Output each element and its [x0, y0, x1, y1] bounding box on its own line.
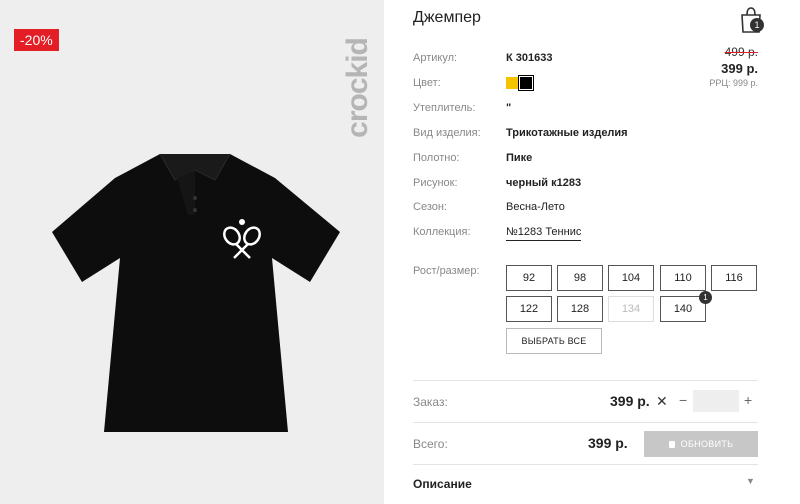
size-button-98[interactable]: 98: [557, 265, 603, 291]
current-price: 399 р.: [721, 61, 758, 76]
attr-label-fabric: Полотно:: [413, 152, 460, 164]
size-button-128[interactable]: 128: [557, 296, 603, 322]
product-title: Джемпер: [413, 9, 481, 26]
brand-logo-text: crockid: [341, 38, 374, 138]
quantity-input[interactable]: [693, 390, 739, 412]
attr-value-insulation: ": [506, 102, 512, 114]
attr-value-season: Весна-Лето: [506, 201, 565, 213]
divider: [413, 380, 758, 381]
attr-label-collection: Коллекция:: [413, 226, 471, 238]
size-button-134: 134: [608, 296, 654, 322]
total-price: 399 р.: [588, 435, 628, 451]
size-label: Рост/размер:: [413, 265, 480, 277]
update-button-label: ОБНОВИТЬ: [680, 439, 734, 449]
increment-button[interactable]: +: [744, 392, 752, 408]
collection-link-wrapper: №1283 Теннис: [506, 226, 582, 241]
size-button-92[interactable]: 92: [506, 265, 552, 291]
update-button[interactable]: ОБНОВИТЬ: [644, 431, 758, 457]
lock-icon: [668, 441, 675, 449]
order-label: Заказ:: [413, 395, 448, 409]
discount-badge: -20%: [14, 29, 59, 51]
attr-value-article: К 301633: [506, 52, 553, 64]
product-photo[interactable]: [40, 140, 350, 440]
recommended-retail-price: РРЦ: 999 р.: [709, 78, 758, 88]
attr-value-type: Трикотажные изделия: [506, 127, 628, 139]
collection-link[interactable]: №1283 Теннис: [506, 226, 582, 241]
total-label: Всего:: [413, 437, 448, 451]
order-price: 399 р.: [610, 393, 650, 409]
brand-logo: crockid: [340, 18, 376, 158]
cart-count-badge: 1: [750, 18, 764, 32]
decrement-button[interactable]: −: [679, 392, 687, 408]
old-price: 499 р.: [724, 45, 758, 59]
select-all-button[interactable]: ВЫБРАТЬ ВСЕ: [506, 328, 602, 354]
size-button-116[interactable]: 116: [711, 265, 757, 291]
attr-label-season: Сезон:: [413, 201, 447, 213]
attr-label-color: Цвет:: [413, 77, 441, 89]
size-selected-count-badge: 1: [699, 291, 712, 304]
divider: [413, 422, 758, 423]
size-button-110[interactable]: 110: [660, 265, 706, 291]
attr-label-type: Вид изделия:: [413, 127, 481, 139]
description-toggle[interactable]: Описание: [413, 477, 472, 491]
color-swatch-yellow[interactable]: [506, 77, 518, 89]
divider: [413, 464, 758, 465]
attr-value-fabric: Пике: [506, 152, 533, 164]
attr-label-pattern: Рисунок:: [413, 177, 458, 189]
attr-value-pattern: черный к1283: [506, 177, 582, 189]
remove-icon[interactable]: ✕: [656, 393, 668, 410]
attr-label-insulation: Утеплитель:: [413, 102, 476, 114]
size-button-104[interactable]: 104: [608, 265, 654, 291]
product-image-panel: -20% crockid: [0, 0, 384, 504]
color-swatch-black[interactable]: [518, 75, 534, 91]
attr-label-article: Артикул:: [413, 52, 458, 64]
chevron-down-icon[interactable]: ▼: [746, 476, 755, 486]
size-button-122[interactable]: 122: [506, 296, 552, 322]
